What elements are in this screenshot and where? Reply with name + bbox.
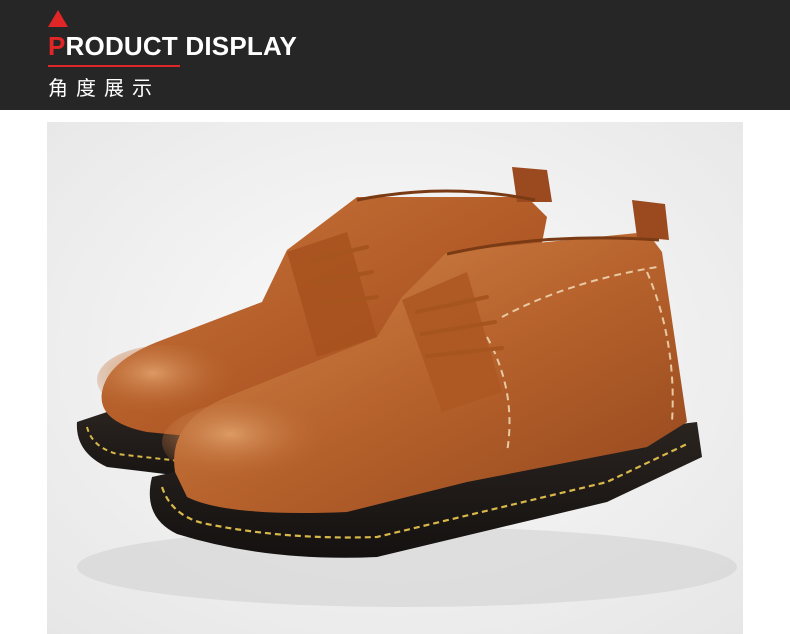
header-banner: PRODUCT DISPLAY 角度展示	[0, 0, 790, 110]
red-triangle-icon	[48, 10, 68, 27]
page-subtitle: 角度展示	[48, 76, 160, 100]
product-photo	[47, 122, 743, 634]
title-underline	[48, 65, 180, 67]
title-rest: RODUCT DISPLAY	[65, 31, 298, 61]
page-title: PRODUCT DISPLAY	[48, 30, 297, 62]
title-first-letter: P	[48, 31, 66, 61]
boots-illustration	[47, 122, 743, 634]
